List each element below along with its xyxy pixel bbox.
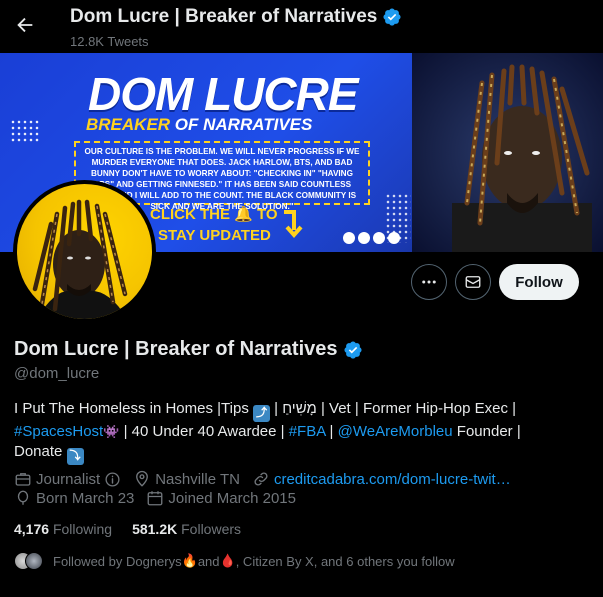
banner-title: DOM LUCRE xyxy=(88,68,359,120)
top-bar: Dom Lucre | Breaker of Narratives 12.8K … xyxy=(0,0,603,53)
fba-hashtag-link[interactable]: #FBA xyxy=(289,423,326,440)
location-pin-icon xyxy=(136,470,149,487)
spaces-host-hashtag-link[interactable]: #SpacesHost xyxy=(14,423,103,440)
briefcase-icon xyxy=(15,473,31,486)
profile-bio: I Put The Homeless in Homes |Tips ⤴ | מָ… xyxy=(14,399,590,465)
more-horizontal-icon xyxy=(422,280,436,284)
banner-cta-line2: STAY UPDATED xyxy=(158,227,271,244)
fire-emoji-icon: 🔥 xyxy=(181,553,198,568)
followed-by-avatars xyxy=(14,552,43,570)
arrow-up-emoji-icon: ⤴ xyxy=(252,405,270,422)
instagram-icon xyxy=(388,232,400,244)
joined-text: Joined March 2015 xyxy=(168,489,296,507)
banner-dots-decoration xyxy=(10,119,40,143)
twitter-icon xyxy=(358,232,370,244)
tweet-count: 12.8K Tweets xyxy=(70,34,149,49)
following-link[interactable]: 4,176 Following xyxy=(14,521,112,537)
follow-button[interactable]: Follow xyxy=(499,264,579,300)
banner-subtitle: BREAKER OF NARRATIVES xyxy=(86,115,313,134)
born-text: Born March 23 xyxy=(36,489,135,507)
wearemorbleu-mention-link[interactable]: @WeAreMorbleu xyxy=(338,423,453,440)
facebook-icon xyxy=(343,232,355,244)
location-item: Nashville TN xyxy=(133,470,240,488)
header-name-text: Dom Lucre | Breaker of Narratives xyxy=(70,6,378,27)
profile-handle: @dom_lucre xyxy=(14,365,100,382)
tiktok-icon xyxy=(373,232,385,244)
website-link[interactable]: creditcadabra.com/dom-lucre-twit… xyxy=(274,471,511,488)
avatar-portrait xyxy=(32,199,128,319)
calendar-icon xyxy=(147,491,163,506)
arrow-left-icon xyxy=(17,17,33,33)
back-button[interactable] xyxy=(12,11,38,39)
avatar-image xyxy=(17,184,152,319)
category-item: Journalist xyxy=(14,470,121,488)
balloon-icon xyxy=(17,490,29,505)
birthday-item: Born March 23 xyxy=(14,489,134,507)
profile-name: Dom Lucre | Breaker of Narratives xyxy=(14,338,363,361)
profile-meta-row: Born March 23 Joined March 2015 xyxy=(14,489,308,507)
info-icon[interactable] xyxy=(104,471,121,488)
banner-portrait-image xyxy=(412,53,603,252)
website-item: creditcadabra.com/dom-lucre-twit… xyxy=(252,470,511,488)
arrow-down-emoji-icon: ⤵ xyxy=(66,448,84,465)
banner-social-icons xyxy=(343,232,400,244)
more-options-button[interactable] xyxy=(411,264,447,300)
link-icon xyxy=(254,472,268,486)
banner-cta-line1: CLICK THE 🔔 TO xyxy=(150,206,278,223)
envelope-icon xyxy=(465,276,481,288)
followers-link[interactable]: 581.2K Followers xyxy=(132,521,241,537)
sparkle-emoji-icon: 👾 xyxy=(103,424,120,439)
followed-by[interactable]: Followed by Dognerys 🔥 and 🩸, Citizen By X… xyxy=(14,552,455,570)
location-text: Nashville TN xyxy=(155,470,240,488)
category-text: Journalist xyxy=(36,470,101,488)
verified-badge-icon xyxy=(383,8,401,26)
profile-meta-row: Journalist Nashville TN creditcadabra.co… xyxy=(14,470,523,488)
profile-name-text: Dom Lucre | Breaker of Narratives xyxy=(14,338,338,360)
follower-avatar xyxy=(25,552,43,570)
message-button[interactable] xyxy=(455,264,491,300)
arrow-down-right-icon xyxy=(284,210,303,239)
joined-item: Joined March 2015 xyxy=(146,489,296,507)
blood-drop-emoji-icon: 🩸 xyxy=(219,553,236,568)
verified-badge-icon[interactable] xyxy=(343,340,363,360)
profile-avatar[interactable] xyxy=(13,180,156,323)
header-name: Dom Lucre | Breaker of Narratives xyxy=(70,6,402,28)
follow-stats: 4,176 Following 581.2K Followers xyxy=(14,521,241,537)
